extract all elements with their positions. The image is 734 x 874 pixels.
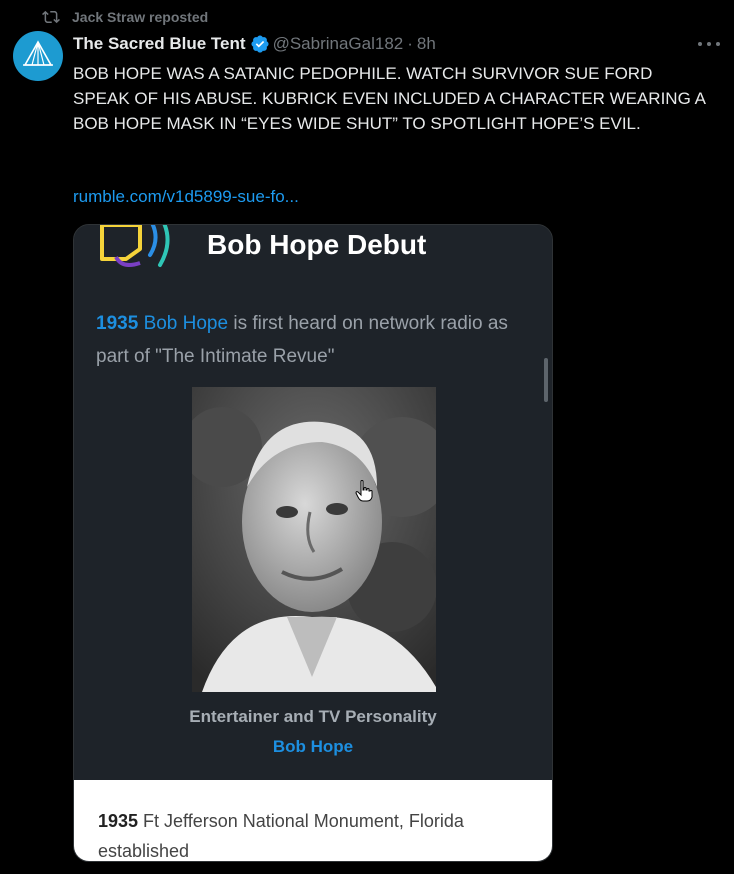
separator: · xyxy=(407,34,413,53)
tweet-text: BOB HOPE WAS A SATANIC PEDOPHILE. WATCH … xyxy=(73,64,705,133)
more-dot-icon xyxy=(698,42,702,46)
tweet-link[interactable]: rumble.com/v1d5899-sue-fo... xyxy=(73,184,299,209)
card-description: 1935 Bob Hope is first heard on network … xyxy=(96,307,516,373)
tweet-header: The Sacred Blue Tent @SabrinaGal182 · 8h xyxy=(73,32,436,56)
event-desc: Ft Jefferson National Monument, Florida … xyxy=(98,811,464,861)
scrollbar-thumb[interactable] xyxy=(544,358,548,402)
card-bottom-section: 1935 Ft Jefferson National Monument, Flo… xyxy=(74,780,552,861)
desc-year: 1935 xyxy=(96,313,139,334)
portrait-photo xyxy=(192,387,436,692)
handle[interactable]: @SabrinaGal182 xyxy=(273,34,404,54)
hand-cursor-icon xyxy=(355,480,373,502)
speaker-logo-icon xyxy=(100,225,170,267)
repost-icon xyxy=(42,10,60,24)
media-card[interactable]: Bob Hope Debut 1935 Bob Hope is first he… xyxy=(73,224,553,862)
event-text: 1935 Ft Jefferson National Monument, Flo… xyxy=(98,806,518,861)
verified-badge-icon[interactable] xyxy=(250,34,270,54)
timestamp[interactable]: 8h xyxy=(417,34,436,54)
more-options-button[interactable] xyxy=(698,33,720,55)
more-dot-icon xyxy=(707,42,711,46)
card-top-section: Bob Hope Debut 1935 Bob Hope is first he… xyxy=(74,225,552,780)
event-year: 1935 xyxy=(98,811,139,831)
repost-indicator[interactable]: Jack Straw reposted xyxy=(42,7,208,27)
card-title: Bob Hope Debut xyxy=(207,229,427,260)
desc-name-link[interactable]: Bob Hope xyxy=(144,313,229,334)
display-name[interactable]: The Sacred Blue Tent xyxy=(73,34,246,54)
card-person-link[interactable]: Bob Hope xyxy=(74,737,552,757)
avatar[interactable] xyxy=(13,31,63,81)
repost-label: Jack Straw reposted xyxy=(72,9,209,25)
more-dot-icon xyxy=(716,42,720,46)
tent-icon xyxy=(23,40,53,66)
card-role: Entertainer and TV Personality xyxy=(189,707,437,726)
